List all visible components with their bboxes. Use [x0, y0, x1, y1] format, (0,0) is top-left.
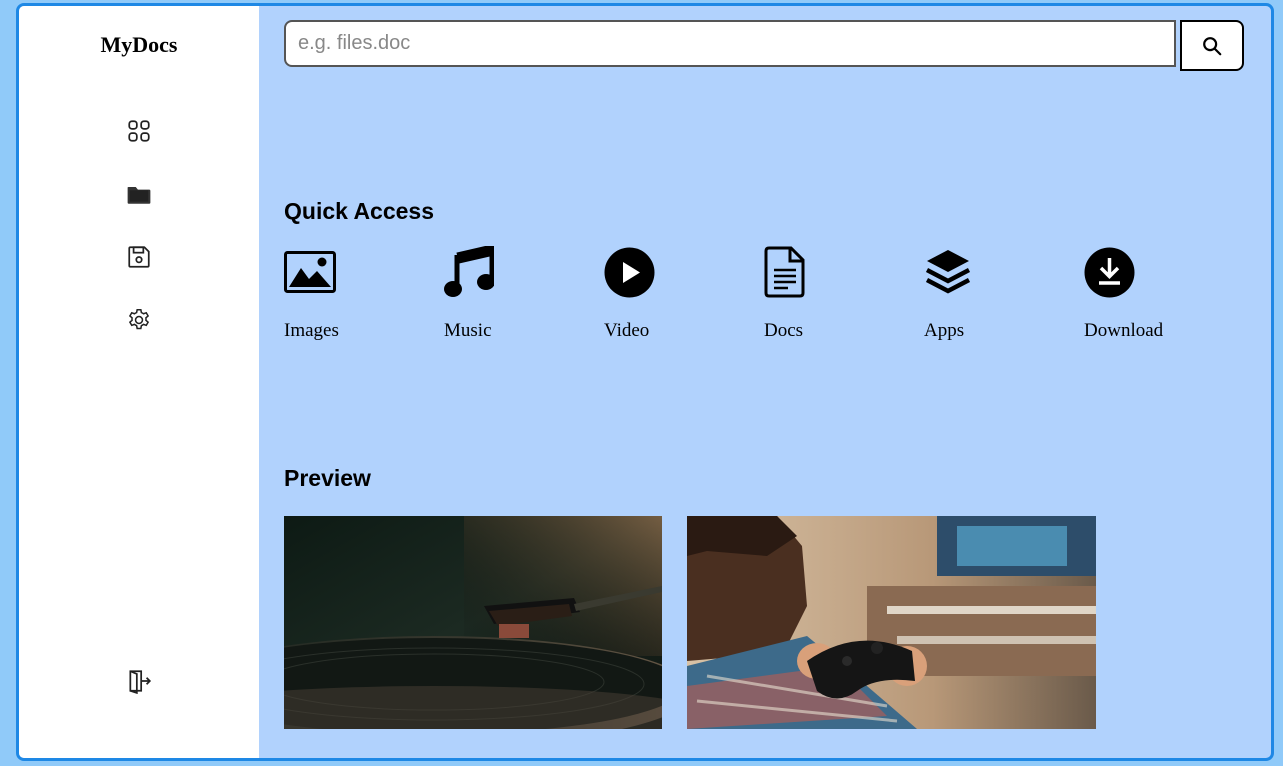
quick-access-label: Download — [1084, 320, 1164, 341]
quick-access-apps[interactable]: Apps — [924, 246, 1044, 342]
quick-access-title: Quick Access — [284, 198, 435, 224]
main-content: Quick Access Images — [259, 6, 1271, 758]
sidebar-item-folders[interactable] — [124, 179, 154, 209]
search-input[interactable] — [284, 20, 1176, 67]
quick-access-label: Apps — [924, 320, 965, 341]
grid-icon — [128, 120, 150, 142]
quick-access-label: Images — [284, 320, 339, 341]
quick-access-download[interactable]: Download — [1084, 246, 1204, 342]
preview-turntable-image[interactable] — [284, 516, 662, 729]
quick-access-label: Video — [604, 320, 650, 341]
image-icon — [284, 246, 336, 298]
save-icon — [128, 246, 150, 268]
app-logo: MyDocs — [100, 32, 178, 57]
logout-icon — [129, 670, 152, 694]
sidebar: MyDocs — [19, 6, 259, 758]
music-icon — [444, 246, 496, 298]
quick-access-video[interactable]: Video — [604, 246, 724, 342]
sidebar-item-settings[interactable] — [124, 305, 154, 335]
app-window: MyDocs e.g. files.doc Quick Access Image… — [16, 3, 1274, 761]
search-icon — [1203, 36, 1222, 55]
quick-access-label: Music — [444, 320, 492, 341]
play-icon — [604, 246, 656, 298]
quick-access-music[interactable]: Music — [444, 246, 564, 342]
sidebar-item-dashboard[interactable] — [124, 116, 154, 146]
search-button[interactable] — [1180, 20, 1244, 71]
download-icon — [1084, 246, 1136, 298]
preview-title: Preview — [284, 465, 371, 491]
quick-access-label: Docs — [764, 320, 804, 341]
quick-access-images[interactable]: Images — [284, 246, 404, 342]
layers-icon — [924, 246, 976, 298]
gear-icon — [128, 308, 150, 330]
logout-button[interactable] — [124, 666, 154, 696]
folder-icon — [127, 186, 151, 204]
sidebar-item-saved[interactable] — [124, 242, 154, 272]
quick-access-docs[interactable]: Docs — [764, 246, 884, 342]
preview-gamer-image[interactable] — [687, 516, 1096, 729]
document-icon — [764, 246, 816, 298]
